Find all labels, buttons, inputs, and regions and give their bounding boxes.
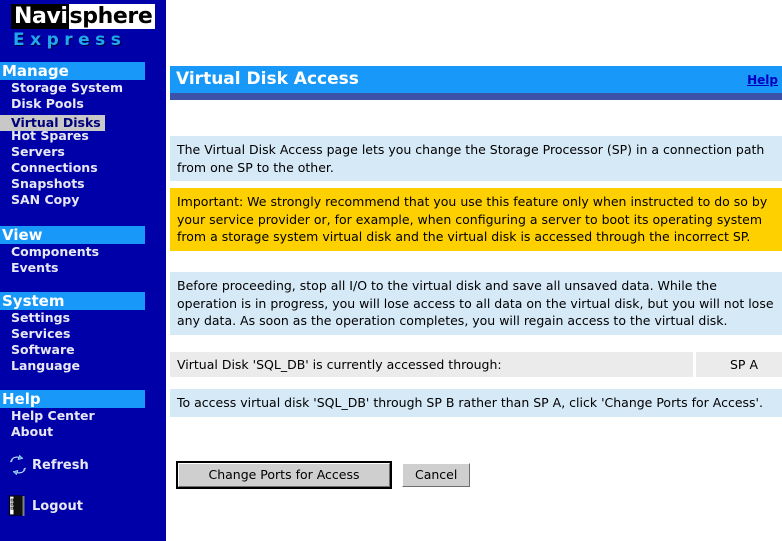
main-content: Virtual Disk Access Help The Virtual Dis… [166,0,782,541]
sidebar-item-software[interactable]: Software [0,342,166,358]
intro-text: The Virtual Disk Access page lets you ch… [170,136,782,181]
refresh-icon [8,454,28,476]
sidebar-item-san-copy[interactable]: SAN Copy [0,192,166,208]
sidebar-item-disk-pools-row: Disk Pools [0,96,166,112]
sidebar-header-system: System [0,292,145,310]
logo-navi-part: Navi [11,4,69,29]
important-warning: Important: We strongly recommend that yo… [170,188,782,251]
sidebar-action-logout[interactable]: Logout [8,495,83,517]
sidebar-item-storage-system-row: Storage System [0,80,166,96]
sidebar-item-events[interactable]: Events [0,260,166,276]
help-link[interactable]: Help [747,73,778,87]
sidebar-item-about[interactable]: About [0,424,166,440]
sidebar-item-language[interactable]: Language [0,358,166,374]
sidebar-action-refresh[interactable]: Refresh [8,454,89,476]
sidebar-item-events-row: Events [0,260,166,276]
sidebar-item-connections-row: Connections [0,160,166,176]
sidebar-item-hot-spares[interactable]: Hot Spares [0,128,166,144]
logo-express-part: Express [13,30,127,50]
page-header-bar: Virtual Disk Access Help [170,66,782,93]
current-access-value: SP A [696,352,782,377]
sidebar-item-san-copy-row: SAN Copy [0,192,166,208]
sidebar-item-servers-row: Servers [0,144,166,160]
sidebar-group-help: Help Help Center About [0,390,166,440]
sidebar-item-virtual-disks-row: Virtual Disks [0,112,166,131]
sidebar-item-connections[interactable]: Connections [0,160,166,176]
sidebar-item-settings[interactable]: Settings [0,310,166,326]
sidebar-item-servers[interactable]: Servers [0,144,166,160]
sidebar-item-snapshots[interactable]: Snapshots [0,176,166,192]
app-root: Navi sphere Express Manage Storage System… [0,0,782,541]
logo-wordmark: Navi sphere [11,4,156,29]
before-proceeding-text: Before proceeding, stop all I/O to the v… [170,272,782,335]
sidebar: Navi sphere Express Manage Storage System… [0,0,166,541]
sidebar-item-settings-row: Settings [0,310,166,326]
sidebar-header-manage: Manage [0,62,145,80]
sidebar-header-help: Help [0,390,145,408]
sidebar-item-services-row: Services [0,326,166,342]
sidebar-item-disk-pools[interactable]: Disk Pools [0,96,166,112]
logo-sphere-part: sphere [68,4,156,29]
logout-icon [8,495,28,517]
sidebar-header-view: View [0,226,145,244]
sidebar-action-logout-label: Logout [32,498,83,514]
sidebar-group-view: View Components Events [0,226,166,276]
sidebar-group-manage: Manage Storage System Disk Pools Virtual… [0,62,166,208]
instruction-text: To access virtual disk 'SQL_DB' through … [170,389,782,417]
sidebar-item-about-row: About [0,424,166,440]
sidebar-group-system: System Settings Services Software Langua… [0,292,166,374]
sidebar-item-language-row: Language [0,358,166,374]
page-title: Virtual Disk Access [176,69,359,89]
change-ports-for-access-button[interactable]: Change Ports for Access [176,461,392,489]
sidebar-item-components-row: Components [0,244,166,260]
sidebar-item-help-center[interactable]: Help Center [0,408,166,424]
sidebar-item-components[interactable]: Components [0,244,166,260]
current-access-row: Virtual Disk 'SQL_DB' is currently acces… [170,352,782,377]
current-access-label: Virtual Disk 'SQL_DB' is currently acces… [170,352,693,377]
sidebar-item-snapshots-row: Snapshots [0,176,166,192]
button-row: Change Ports for Access Cancel [176,461,472,489]
sidebar-item-storage-system[interactable]: Storage System [0,80,166,96]
cancel-button[interactable]: Cancel [402,463,471,487]
app-logo: Navi sphere Express [0,0,166,58]
sidebar-item-hot-spares-row: Hot Spares [0,128,166,144]
sidebar-item-help-center-row: Help Center [0,408,166,424]
sidebar-action-refresh-label: Refresh [32,457,89,473]
sidebar-item-software-row: Software [0,342,166,358]
page-header-underline [170,93,782,100]
sidebar-item-services[interactable]: Services [0,326,166,342]
